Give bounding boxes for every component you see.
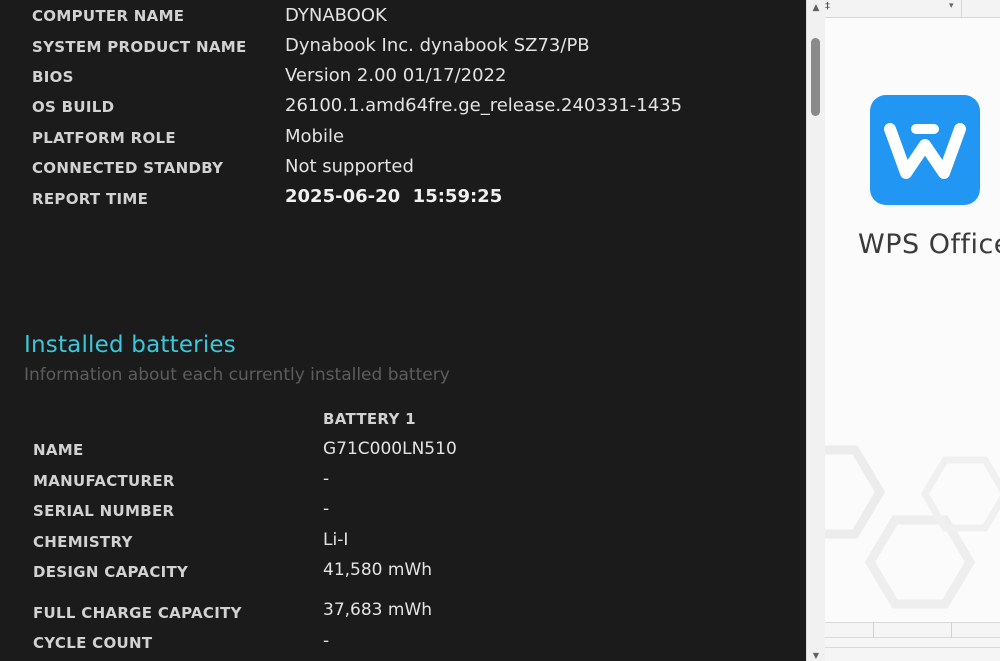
value-cycle-count: -: [323, 631, 330, 651]
label-chemistry: CHEMISTRY: [33, 533, 133, 551]
label-design-capacity: DESIGN CAPACITY: [33, 563, 189, 581]
label-os-build: OS BUILD: [32, 98, 115, 116]
value-platform-role: Mobile: [285, 126, 345, 147]
scroll-down-arrow-icon[interactable]: ▼: [807, 651, 825, 661]
label-cycle-count: CYCLE COUNT: [33, 634, 153, 652]
label-full-charge-capacity: FULL CHARGE CAPACITY: [33, 604, 242, 622]
section-title-installed-batteries: Installed batteries: [24, 332, 236, 358]
wps-office-panel: ‡ ▾ WPS Office: [825, 0, 1000, 661]
vertical-scrollbar[interactable]: ▲ ▼: [806, 0, 825, 661]
chevron-down-icon[interactable]: ▾: [949, 1, 954, 11]
label-manufacturer: MANUFACTURER: [33, 472, 175, 490]
label-system-product-name: SYSTEM PRODUCT NAME: [32, 38, 247, 56]
bottom-divider: [825, 637, 1000, 638]
label-connected-standby: CONNECTED STANDBY: [32, 159, 224, 177]
scrollbar-thumb[interactable]: [811, 38, 820, 116]
wps-app-name: WPS Office: [858, 229, 1000, 260]
label-bios: BIOS: [32, 68, 74, 86]
value-battery-name: G71C000LN510: [323, 439, 457, 459]
wps-logo-icon[interactable]: [870, 95, 980, 205]
label-computer-name: COMPUTER NAME: [32, 7, 185, 25]
value-manufacturer: -: [323, 469, 330, 489]
value-design-capacity: 41,580 mWh: [323, 560, 433, 580]
section-subtitle-installed-batteries: Information about each currently install…: [24, 365, 450, 385]
bottom-tick: [873, 623, 874, 638]
topbar-divider: [961, 0, 962, 17]
label-serial-number: SERIAL NUMBER: [33, 502, 175, 520]
decorative-hexagon-pattern: [825, 445, 1000, 609]
wps-logo-glyph: [884, 123, 966, 179]
wps-topbar: ‡ ▾: [825, 0, 1000, 18]
battery-column-header: BATTERY 1: [323, 410, 416, 428]
wps-bottom-bar: [825, 622, 1000, 661]
value-report-time: 2025-06-20 15:59:25: [285, 186, 503, 207]
value-os-build: 26100.1.amd64fre.ge_release.240331-1435: [285, 95, 683, 116]
value-chemistry: Li-I: [323, 530, 349, 550]
value-bios: Version 2.00 01/17/2022: [285, 65, 507, 86]
value-system-product-name: Dynabook Inc. dynabook SZ73/PB: [285, 35, 590, 56]
value-computer-name: DYNABOOK: [285, 5, 387, 26]
scroll-up-arrow-icon[interactable]: ▲: [807, 0, 825, 16]
wps-topbar-text: ‡: [825, 1, 830, 12]
label-platform-role: PLATFORM ROLE: [32, 129, 176, 147]
label-battery-name: NAME: [33, 441, 84, 459]
value-serial-number: -: [323, 499, 330, 519]
battery-report-page: COMPUTER NAME DYNABOOK SYSTEM PRODUCT NA…: [0, 0, 806, 661]
bottom-divider: [825, 647, 1000, 648]
value-full-charge-capacity: 37,683 mWh: [323, 600, 433, 620]
label-report-time: REPORT TIME: [32, 190, 149, 208]
bottom-tick: [951, 623, 952, 638]
screen: COMPUTER NAME DYNABOOK SYSTEM PRODUCT NA…: [0, 0, 1000, 661]
value-connected-standby: Not supported: [285, 156, 414, 177]
